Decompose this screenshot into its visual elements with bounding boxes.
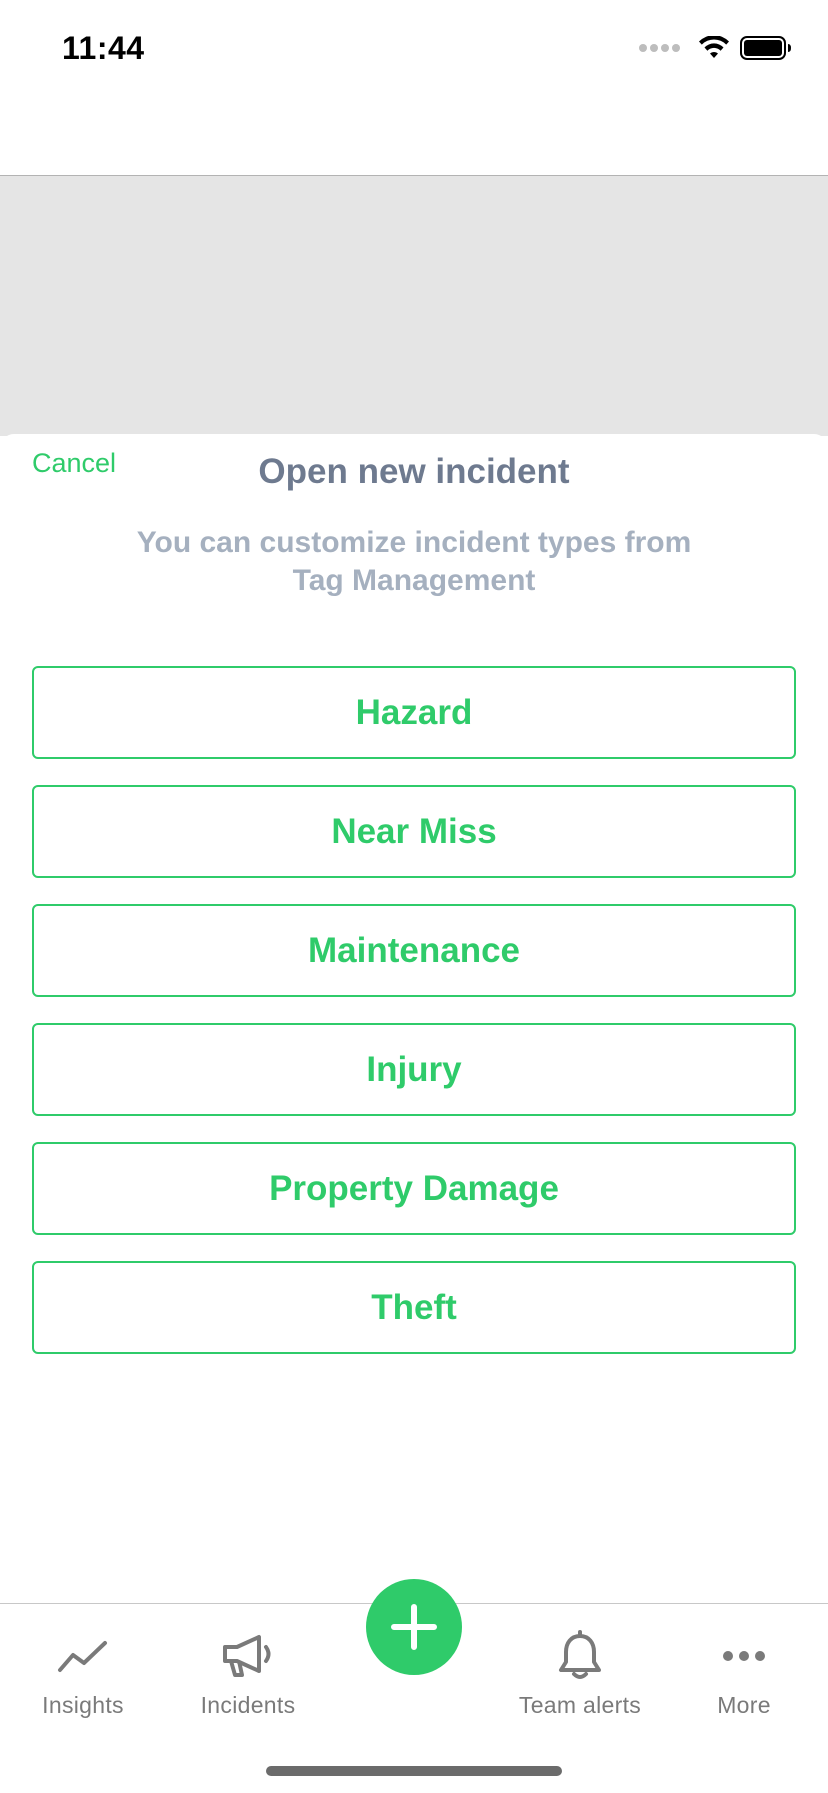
tab-insights-label: Insights	[42, 1692, 124, 1718]
tab-insights[interactable]: Insights	[0, 1604, 166, 1724]
incident-type-theft-button[interactable]: Theft	[32, 1261, 796, 1354]
plus-icon	[391, 1604, 437, 1650]
add-incident-button[interactable]	[366, 1579, 462, 1675]
home-indicator[interactable]	[266, 1766, 562, 1776]
megaphone-icon	[221, 1630, 275, 1682]
incident-type-property-damage-button[interactable]: Property Damage	[32, 1142, 796, 1235]
tab-incidents[interactable]: Incidents	[165, 1604, 331, 1724]
tab-incidents-label: Incidents	[200, 1692, 296, 1718]
sheet-subtitle: You can customize incident types from Ta…	[114, 524, 714, 600]
tab-team-alerts[interactable]: Team alerts	[497, 1604, 663, 1724]
new-incident-sheet: Cancel Open new incident You can customi…	[0, 434, 828, 1604]
wifi-icon	[699, 36, 729, 58]
trend-line-icon	[57, 1630, 109, 1682]
incident-type-near-miss-button[interactable]: Near Miss	[32, 785, 796, 878]
tab-team-alerts-label: Team alerts	[518, 1692, 642, 1718]
tab-more[interactable]: More	[661, 1604, 827, 1724]
incident-type-maintenance-button[interactable]: Maintenance	[32, 904, 796, 997]
tab-more-label: More	[717, 1692, 771, 1718]
nav-header	[0, 100, 828, 176]
incident-type-injury-button[interactable]: Injury	[32, 1023, 796, 1116]
status-time: 11:44	[62, 30, 145, 66]
cellular-signal-icon	[639, 44, 680, 52]
ellipsis-icon	[721, 1630, 767, 1682]
incident-type-hazard-button[interactable]: Hazard	[32, 666, 796, 759]
battery-icon	[740, 36, 791, 60]
sheet-title: Open new incident	[258, 452, 570, 491]
bell-icon	[557, 1630, 603, 1682]
status-indicators	[639, 36, 792, 60]
status-bar: 11:44	[0, 0, 828, 100]
incident-type-list: Hazard Near Miss Maintenance Injury Prop…	[32, 666, 796, 1380]
modal-backdrop[interactable]	[0, 176, 828, 436]
sheet-subtitle-line-2: Tag Management	[292, 564, 536, 597]
sheet-subtitle-line-1: You can customize incident types from	[136, 526, 692, 559]
